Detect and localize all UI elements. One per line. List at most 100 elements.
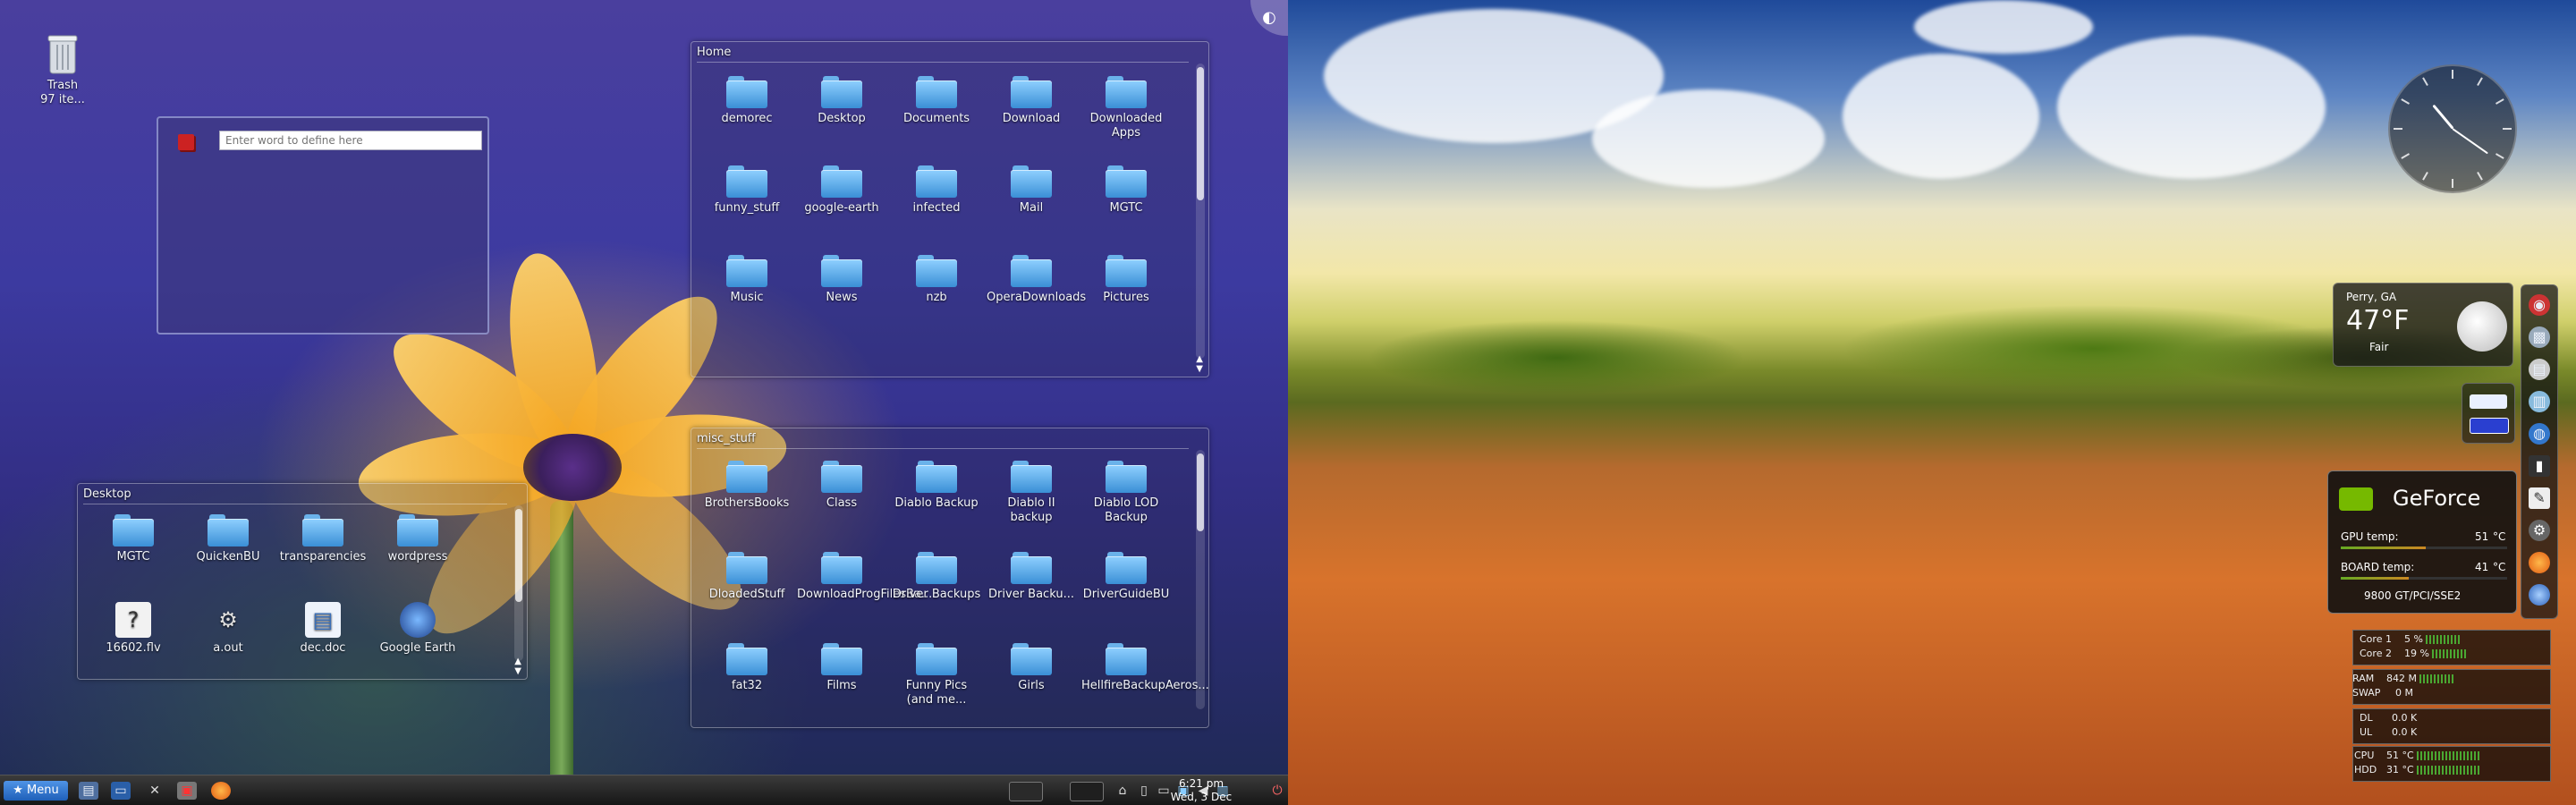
file-item-label: funny_stuff <box>714 201 780 215</box>
tools-icon[interactable]: ⚙ <box>2529 520 2550 541</box>
file-item[interactable]: nzb <box>892 255 981 305</box>
file-item[interactable]: Funny Pics (and me... <box>892 643 981 708</box>
scroll-arrows-icon[interactable]: ▲ ▼ <box>514 657 521 676</box>
board-temp-unit: °C <box>2493 561 2506 573</box>
file-item[interactable]: transparencies <box>278 514 368 564</box>
file-item[interactable]: Diablo II backup <box>987 461 1076 525</box>
file-item-label: fat32 <box>731 679 763 692</box>
folder-view-title: misc_stuff <box>697 432 756 445</box>
file-item[interactable]: google-earth <box>797 165 886 216</box>
firefox-icon[interactable] <box>211 782 231 800</box>
menu-button[interactable]: ★ Menu <box>4 781 68 801</box>
clipboard-icon[interactable]: ▯ <box>1134 782 1154 800</box>
file-item[interactable]: Downloaded Apps <box>1081 76 1171 140</box>
system-settings-icon[interactable]: ✕ <box>145 782 165 800</box>
file-item[interactable]: Driver Backu... <box>987 552 1076 602</box>
trash-desktop-icon[interactable]: Trash 97 ite... <box>18 32 107 107</box>
cloud <box>2057 36 2326 179</box>
file-item[interactable]: Class <box>797 461 886 511</box>
file-item[interactable]: demorec <box>702 76 792 126</box>
folder-icon <box>821 76 862 108</box>
globe-icon[interactable]: ◍ <box>2529 423 2550 445</box>
pager-desktop-2[interactable] <box>1070 782 1104 801</box>
show-desktop-icon[interactable]: ▭ <box>111 782 131 800</box>
file-item[interactable]: Documents <box>892 76 981 126</box>
file-item-label: BrothersBooks <box>704 496 790 510</box>
file-item[interactable]: BrothersBooks <box>702 461 792 511</box>
file-item[interactable]: Diablo LOD Backup <box>1081 461 1171 525</box>
toggle-bottom-icon[interactable] <box>2470 418 2509 434</box>
file-item[interactable]: Google Earth <box>373 602 462 656</box>
moon-icon <box>2457 301 2507 352</box>
scrollbar[interactable] <box>1196 450 1205 709</box>
file-item[interactable]: ▤ dec.doc <box>278 602 368 656</box>
file-item[interactable]: Diablo Backup <box>892 461 981 511</box>
gpu-monitor-widget: GeForce GPU temp: 51 °C BOARD temp: 41 °… <box>2327 470 2517 614</box>
scrollbar[interactable] <box>514 505 523 661</box>
file-item[interactable]: MGTC <box>1081 165 1171 216</box>
weather-widget: Perry, GA 47°F Fair <box>2333 283 2513 367</box>
file-item[interactable]: Download <box>987 76 1076 126</box>
file-manager-icon[interactable]: ▤ <box>79 782 98 800</box>
system-tray-icon[interactable]: ⌂ <box>1113 782 1132 800</box>
document-icon: ▤ <box>305 602 341 638</box>
file-item[interactable]: HellfireBackupAeros... <box>1081 643 1208 693</box>
firefox-icon[interactable] <box>2529 552 2550 573</box>
system-monitor-widget: Core 1 5 % Core 2 19 % RAM 842 M SWAP 0 … <box>2343 630 2558 782</box>
file-item[interactable]: wordpress <box>373 514 462 564</box>
text-editor-icon[interactable]: ✎ <box>2529 487 2550 509</box>
folder-icon <box>821 552 862 584</box>
thunderbird-icon[interactable] <box>2529 584 2550 606</box>
folder-icon <box>916 76 957 108</box>
scroll-arrows-icon[interactable]: ▲ ▼ <box>1196 354 1203 374</box>
file-item[interactable]: DriverGuideBU <box>1081 552 1171 602</box>
file-item[interactable]: MGTC <box>89 514 178 564</box>
plasma-toolbox-icon[interactable]: ◐ <box>1250 0 1288 36</box>
toggle-top-icon[interactable] <box>2470 394 2507 409</box>
nvidia-logo-icon <box>2339 487 2373 511</box>
cloud <box>1843 54 2039 179</box>
file-item-label: News <box>826 291 858 304</box>
file-item[interactable]: Girls <box>987 643 1076 693</box>
konsole-icon[interactable]: ▣ <box>177 782 197 800</box>
app-launcher-icon[interactable]: ◉ <box>2529 294 2550 316</box>
file-item-label: 16602.flv <box>106 641 161 655</box>
file-item[interactable]: Music <box>702 255 792 305</box>
terminal-icon[interactable]: ▮ <box>2529 455 2550 477</box>
file-item-label: nzb <box>926 291 947 304</box>
file-item[interactable]: fat32 <box>702 643 792 693</box>
file-item[interactable]: News <box>797 255 886 305</box>
file-item[interactable]: infected <box>892 165 981 216</box>
network-manager-icon[interactable]: ▩ <box>2529 326 2550 348</box>
file-item-label: wordpress <box>387 550 448 564</box>
disk-icon[interactable]: ▤ <box>2529 359 2550 380</box>
file-item[interactable]: Films <box>797 643 886 693</box>
pager-desktop-1[interactable] <box>1009 782 1043 801</box>
file-item[interactable]: ? 16602.flv <box>89 602 178 656</box>
file-item[interactable]: funny_stuff <box>702 165 792 216</box>
file-item[interactable]: DownloadProgFilesBa... <box>797 552 932 602</box>
file-item[interactable]: QuickenBU <box>183 514 273 564</box>
scrollbar[interactable] <box>1196 64 1205 359</box>
folder-icon <box>208 514 249 547</box>
storage-icon[interactable]: ▥ <box>2529 391 2550 412</box>
file-item[interactable]: Pictures <box>1081 255 1171 305</box>
taskbar: ★ Menu ▤ ▭ ✕ ▣ ⌂ ▯ ▭ ▣ ◀ ▥ 6:21 pm Wed, … <box>0 775 1288 805</box>
file-item[interactable]: Desktop <box>797 76 886 126</box>
taskbar-clock[interactable]: 6:21 pm Wed, 3 Dec <box>1161 777 1241 804</box>
cpu-temp-label: CPU <box>2354 750 2375 761</box>
file-item[interactable]: Mail <box>987 165 1076 216</box>
file-item[interactable]: ⚙ a.out <box>183 602 273 656</box>
file-item[interactable]: OperaDownloads <box>987 255 1086 305</box>
dictionary-search-input[interactable] <box>219 131 482 150</box>
weather-condition: Fair <box>2369 341 2389 353</box>
flower-center <box>523 434 622 501</box>
file-item-label: Films <box>826 679 857 692</box>
gpu-temp-bar <box>2341 547 2507 549</box>
gpu-temp-unit: °C <box>2493 530 2506 543</box>
logout-icon[interactable]: ⏻ <box>1270 782 1284 800</box>
folder-icon <box>726 643 767 675</box>
file-item[interactable]: DloadedStuff <box>702 552 792 602</box>
gpu-temp-label: GPU temp: <box>2341 530 2399 543</box>
file-item[interactable]: Driver Backups <box>892 552 981 602</box>
